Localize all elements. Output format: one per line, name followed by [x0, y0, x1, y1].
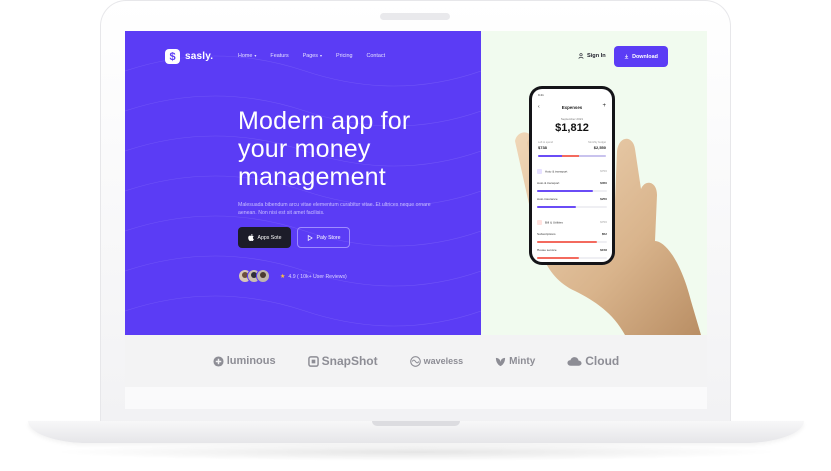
expense-label: Auto insurance	[537, 197, 558, 201]
logo-dollar-icon: $	[165, 49, 180, 64]
laptop-shadow	[50, 443, 782, 461]
budget-segment	[538, 155, 562, 157]
chevron-down-icon: ▾	[319, 53, 322, 58]
brand-snapshot: SnapShot	[307, 354, 378, 368]
nav-item-pages[interactable]: Pages ▾	[303, 53, 322, 59]
sign-in-link[interactable]: Sign In	[578, 53, 606, 59]
expense-label: Auto & transport	[545, 169, 568, 174]
expense-label: Bill & Utilities	[545, 220, 563, 225]
rating-text: 4.9 ( 10k+ User Reviews)	[288, 273, 347, 280]
main-nav: Home ▾ Featurs Pages ▾ Pricing Contact	[238, 53, 385, 59]
car-icon	[537, 169, 542, 174]
brand-name: SnapShot	[321, 354, 378, 368]
plus-icon: +	[602, 103, 606, 109]
snapshot-icon	[307, 355, 319, 367]
user-avatars	[238, 269, 270, 283]
laptop-camera	[380, 13, 450, 20]
brand-waveless: waveless	[409, 355, 464, 367]
expense-item[interactable]: House service $158	[537, 248, 607, 252]
nav-item-home[interactable]: Home ▾	[238, 53, 256, 59]
app-store-button[interactable]: Apps Sote	[238, 227, 291, 248]
left-to-spend-value: $738	[538, 145, 547, 150]
leaf-icon	[496, 357, 506, 366]
expense-item[interactable]: Bill & Utilities $700	[537, 220, 607, 225]
next-section	[125, 387, 707, 409]
phone-time: 9:41	[538, 93, 544, 97]
phone-screen: 9:41 ‹ Expenses + September 2021 $1,812 …	[532, 89, 612, 262]
expense-progress	[537, 257, 579, 259]
sign-in-label: Sign In	[587, 53, 606, 59]
chevron-down-icon: ▾	[254, 53, 257, 58]
hero-title-line: management	[238, 163, 386, 191]
play-store-button[interactable]: Paly Store	[297, 227, 350, 248]
hero-description: Malesuada bibendum arcu vitae elementum …	[238, 202, 431, 216]
expense-progress	[537, 241, 597, 243]
star-icon: ★	[280, 274, 286, 280]
left-to-spend-label: Left to spend	[538, 141, 553, 144]
phone-title: Expenses	[561, 105, 583, 110]
brand-minty: Minty	[495, 356, 535, 367]
nav-item-pricing[interactable]: Pricing	[336, 53, 352, 59]
expense-label: House service	[537, 248, 557, 252]
budget-segment	[561, 155, 579, 157]
logo[interactable]: $ sasly.	[165, 49, 213, 64]
play-store-label: Paly Store	[316, 234, 341, 241]
brand-luminous: luminous	[213, 355, 276, 367]
budget-segment	[578, 155, 606, 157]
brand-name: Minty	[509, 355, 536, 367]
hero-title-line: Modern app for	[238, 107, 411, 135]
expense-amount: $250	[600, 197, 607, 201]
expense-amount: $700	[600, 169, 607, 173]
hero-title: Modern app for your money management	[238, 107, 468, 191]
monthly-budget-value: $2,550	[593, 145, 606, 150]
play-icon	[307, 234, 313, 241]
rating: ★ 4.9 ( 10k+ User Reviews)	[280, 273, 347, 281]
brand-cloud: Cloud	[567, 354, 619, 368]
app-store-label: Apps Sote	[257, 234, 282, 241]
cloud-icon	[567, 356, 582, 366]
laptop-base-notch	[372, 421, 460, 426]
phone-amount: $1,812	[555, 122, 589, 134]
brand-name: Cloud	[585, 354, 620, 368]
download-label: Download	[632, 53, 658, 60]
avatar	[256, 269, 270, 283]
download-button[interactable]: Download	[614, 46, 668, 67]
phone-mockup: 9:41 ‹ Expenses + September 2021 $1,812 …	[529, 86, 615, 265]
user-icon	[578, 53, 584, 59]
page: $ sasly. Home ▾ Featurs Pages ▾ Pricing Co…	[0, 0, 831, 471]
download-icon	[624, 54, 629, 59]
phone-month: September 2021	[560, 117, 584, 121]
brand-name: waveless	[423, 356, 464, 366]
expense-progress	[537, 206, 576, 208]
logo-text: sasly.	[185, 51, 214, 62]
budget-progress-bar	[538, 155, 606, 157]
plus-circle-icon	[213, 355, 224, 367]
brand-name: luminous	[226, 355, 276, 367]
laptop-screen: $ sasly. Home ▾ Featurs Pages ▾ Pricing Co…	[125, 31, 707, 409]
expense-item[interactable]: Subscriptions $52	[537, 232, 607, 236]
monthly-budget-label: Monthly budget	[588, 141, 606, 144]
expense-amount: $52	[601, 232, 607, 236]
expense-item[interactable]: Auto & transport $350	[537, 181, 607, 185]
expense-label: Subscriptions	[537, 232, 556, 236]
hero-title-line: your money	[238, 135, 371, 163]
nav-item-contact[interactable]: Contact	[366, 53, 385, 59]
expense-item[interactable]: Auto & transport $700	[537, 169, 607, 174]
brand-logos: luminous SnapShot waveless Minty Cloud	[125, 335, 707, 387]
apple-icon	[247, 234, 254, 241]
expense-item[interactable]: Auto insurance $250	[537, 197, 607, 201]
expense-label: Auto & transport	[537, 181, 560, 185]
wave-icon	[409, 355, 421, 367]
expense-progress	[537, 190, 593, 192]
hero-section: $ sasly. Home ▾ Featurs Pages ▾ Pricing Co…	[125, 31, 481, 335]
expense-amount: $700	[600, 220, 607, 224]
expense-amount: $350	[600, 181, 607, 185]
bill-icon	[537, 220, 542, 225]
nav-item-featurs[interactable]: Featurs	[270, 53, 288, 59]
expense-amount: $158	[600, 248, 607, 252]
